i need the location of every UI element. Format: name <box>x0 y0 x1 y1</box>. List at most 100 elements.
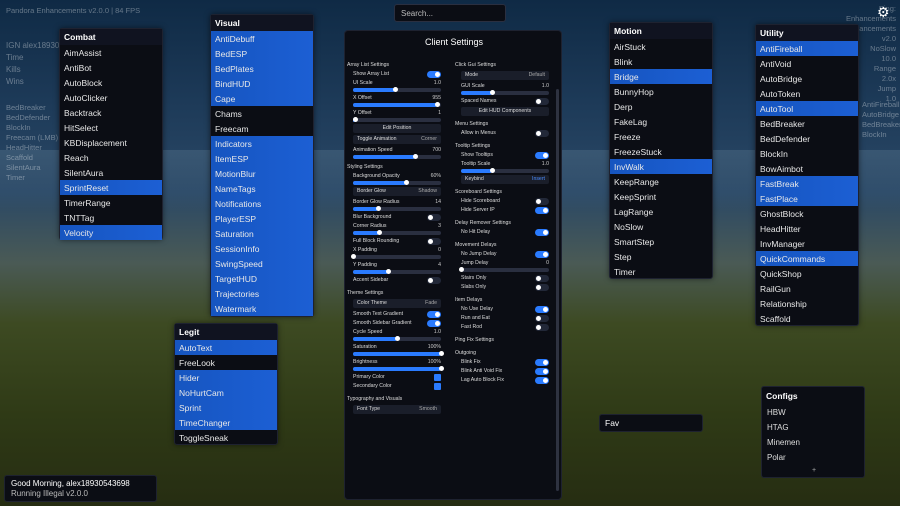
module-step[interactable]: Step <box>610 249 712 264</box>
spaced-names-toggle[interactable] <box>535 98 549 105</box>
module-sprint[interactable]: Sprint <box>175 400 277 415</box>
module-autobridge[interactable]: AutoBridge <box>756 71 858 86</box>
fast-rod-toggle[interactable] <box>535 324 549 331</box>
slider-knob[interactable] <box>489 168 495 173</box>
module-notifications[interactable]: Notifications <box>211 196 313 211</box>
module-bunnyhop[interactable]: BunnyHop <box>610 84 712 99</box>
module-freeze[interactable]: Freeze <box>610 129 712 144</box>
module-autotext[interactable]: AutoText <box>175 340 277 355</box>
module-nametags[interactable]: NameTags <box>211 181 313 196</box>
module-keepsprint[interactable]: KeepSprint <box>610 189 712 204</box>
module-saturation[interactable]: Saturation <box>211 226 313 241</box>
module-swingspeed[interactable]: SwingSpeed <box>211 256 313 271</box>
module-kbdisplacement[interactable]: KBDisplacement <box>60 135 162 150</box>
border-glow-select[interactable]: Border Glow Shadow <box>353 187 441 196</box>
slider-knob[interactable] <box>434 102 440 107</box>
blink-fix-toggle[interactable] <box>535 359 549 366</box>
run-and-eat-toggle[interactable] <box>535 315 549 322</box>
module-keeprange[interactable]: KeepRange <box>610 174 712 189</box>
animation-speed-slider[interactable] <box>353 154 441 159</box>
no-hit-delay-toggle[interactable] <box>535 229 549 236</box>
toggle-animation-select[interactable]: Toggle Animation Corner <box>353 135 441 144</box>
background-opacity-slider[interactable] <box>353 180 441 185</box>
module-trajectories[interactable]: Trajectories <box>211 286 313 301</box>
module-bridge[interactable]: Bridge <box>610 69 712 84</box>
gear-icon[interactable]: ⚙ <box>877 4 890 21</box>
module-bedbreaker[interactable]: BedBreaker <box>756 116 858 131</box>
hide-server-ip-toggle[interactable] <box>535 207 549 214</box>
module-reach[interactable]: Reach <box>60 150 162 165</box>
module-lagrange[interactable]: LagRange <box>610 204 712 219</box>
config-item[interactable]: HBW <box>762 405 864 420</box>
accent-sidebar-toggle[interactable] <box>427 277 441 284</box>
module-silentaura[interactable]: SilentAura <box>60 165 162 180</box>
edit-hud-components-button[interactable]: Edit HUD Components <box>461 107 549 116</box>
slider-knob[interactable] <box>352 117 358 122</box>
module-fastbreak[interactable]: FastBreak <box>756 176 858 191</box>
module-relationship[interactable]: Relationship <box>756 296 858 311</box>
edit-position-button[interactable]: Edit Position <box>353 124 441 133</box>
module-autoclicker[interactable]: AutoClicker <box>60 90 162 105</box>
fav-panel[interactable]: Fav <box>599 414 703 432</box>
slider-knob[interactable] <box>403 180 409 185</box>
module-blink[interactable]: Blink <box>610 54 712 69</box>
config-item[interactable]: HTAG <box>762 420 864 435</box>
module-indicators[interactable]: Indicators <box>211 136 313 151</box>
config-item[interactable]: Polar <box>762 450 864 465</box>
search-input[interactable]: Search... <box>394 4 506 22</box>
module-quickcommands[interactable]: QuickCommands <box>756 251 858 266</box>
module-invwalk[interactable]: InvWalk <box>610 159 712 174</box>
module-itemesp[interactable]: ItemESP <box>211 151 313 166</box>
module-antibot[interactable]: AntiBot <box>60 60 162 75</box>
stairs-only-toggle[interactable] <box>535 275 549 282</box>
hide-scoreboard-toggle[interactable] <box>535 198 549 205</box>
config-item[interactable]: Minemen <box>762 435 864 450</box>
font-type-select[interactable]: Font Type Smooth <box>353 405 441 414</box>
keybind-select[interactable]: Keybind Insert <box>461 175 549 184</box>
slider-knob[interactable] <box>395 336 400 341</box>
brightness-slider[interactable] <box>353 366 444 371</box>
smooth-text-gradient-toggle[interactable] <box>427 311 441 318</box>
module-autotool[interactable]: AutoTool <box>756 101 858 116</box>
slider-knob[interactable] <box>459 267 464 272</box>
blur-background-toggle[interactable] <box>427 214 441 221</box>
module-timer[interactable]: Timer <box>610 264 712 279</box>
no-jump-delay-toggle[interactable] <box>535 251 549 258</box>
module-bindhud[interactable]: BindHUD <box>211 76 313 91</box>
color-theme-select[interactable]: Color Theme Fade <box>353 299 441 308</box>
slider-knob[interactable] <box>377 230 383 235</box>
jump-delay-slider[interactable] <box>459 267 549 272</box>
y-padding-slider[interactable] <box>353 269 441 274</box>
module-noslow[interactable]: NoSlow <box>610 219 712 234</box>
slider-knob[interactable] <box>412 154 418 159</box>
module-aimassist[interactable]: AimAssist <box>60 45 162 60</box>
module-bedplates[interactable]: BedPlates <box>211 61 313 76</box>
blink-anti-void-fix-toggle[interactable] <box>535 368 549 375</box>
show-array-list-toggle[interactable] <box>427 71 441 78</box>
secondary-color-swatch[interactable] <box>434 383 441 390</box>
cycle-speed-slider[interactable] <box>353 336 441 341</box>
module-playeresp[interactable]: PlayerESP <box>211 211 313 226</box>
module-bedesp[interactable]: BedESP <box>211 46 313 61</box>
module-watermark[interactable]: Watermark <box>211 301 313 316</box>
module-blockin[interactable]: BlockIn <box>756 146 858 161</box>
module-beddefender[interactable]: BedDefender <box>756 131 858 146</box>
module-antifireball[interactable]: AntiFireball <box>756 41 858 56</box>
module-antidebuff[interactable]: AntiDebuff <box>211 31 313 46</box>
module-airstuck[interactable]: AirStuck <box>610 39 712 54</box>
module-sprintreset[interactable]: SprintReset <box>60 180 162 195</box>
slider-knob[interactable] <box>489 90 495 95</box>
module-fastplace[interactable]: FastPlace <box>756 191 858 206</box>
module-ghostblock[interactable]: GhostBlock <box>756 206 858 221</box>
module-railgun[interactable]: RailGun <box>756 281 858 296</box>
slider-knob[interactable] <box>351 254 356 259</box>
add-config-button[interactable]: + <box>762 467 866 474</box>
module-fakelag[interactable]: FakeLag <box>610 114 712 129</box>
module-nohurtcam[interactable]: NoHurtCam <box>175 385 277 400</box>
module-freelook[interactable]: FreeLook <box>175 355 277 370</box>
smooth-sidebar-gradient-toggle[interactable] <box>427 320 441 327</box>
settings-scrollbar[interactable] <box>556 89 559 491</box>
module-headhitter[interactable]: HeadHitter <box>756 221 858 236</box>
module-velocity[interactable]: Velocity <box>60 225 162 240</box>
module-sessioninfo[interactable]: SessionInfo <box>211 241 313 256</box>
